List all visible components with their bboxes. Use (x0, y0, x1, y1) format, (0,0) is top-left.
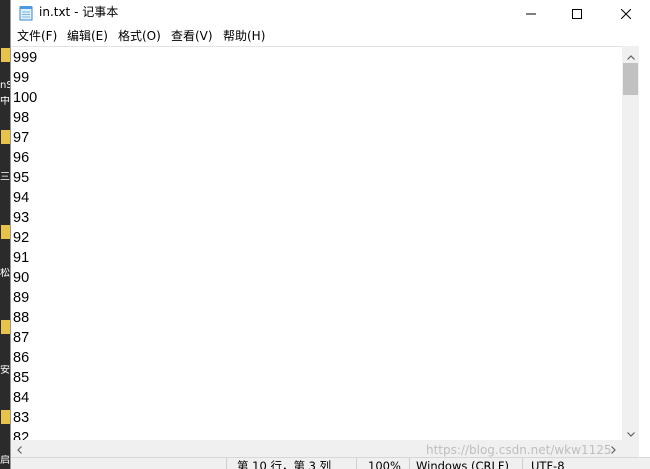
status-zoom: 100% (368, 459, 401, 469)
maximize-button[interactable] (554, 0, 600, 26)
text-line: 97 (13, 130, 30, 146)
scrollbar-corner (622, 440, 639, 457)
minimize-button[interactable] (508, 0, 554, 26)
chevron-down-icon (626, 422, 635, 441)
window-title: in.txt - 记事本 (39, 5, 119, 19)
chevron-up-icon (626, 45, 635, 64)
desktop-label: 松 (0, 268, 10, 279)
desktop-shortcut-tile (1, 320, 10, 334)
text-line: 86 (13, 350, 30, 366)
vertical-scroll-thumb[interactable] (623, 63, 638, 95)
scroll-down-button[interactable] (622, 423, 639, 440)
status-cursor-position: 第 10 行，第 3 列 (237, 459, 332, 469)
status-divider (409, 458, 410, 469)
menu-format[interactable]: 格式(O) (115, 28, 164, 44)
title-bar[interactable]: in.txt - 记事本 (11, 0, 650, 26)
text-line: 999 (13, 50, 38, 66)
status-divider (226, 458, 227, 469)
menu-help[interactable]: 帮助(H) (220, 28, 268, 44)
desktop-label: 三 (0, 172, 10, 183)
chevron-left-icon (17, 439, 22, 458)
desktop-label: nS (0, 80, 10, 91)
status-encoding: UTF-8 (531, 459, 565, 469)
status-bar: 第 10 行，第 3 列 100% Windows (CRLF) UTF-8 (11, 457, 650, 469)
desktop-label: 安 (0, 365, 10, 376)
text-line: 98 (13, 110, 30, 126)
close-button[interactable] (600, 0, 650, 26)
text-line: 99 (13, 70, 30, 86)
text-line: 89 (13, 290, 30, 306)
status-divider (522, 458, 523, 469)
text-line: 84 (13, 390, 30, 406)
chevron-right-icon (611, 439, 616, 458)
watermark: https://blog.csdn.net/wkw1125 (426, 443, 612, 457)
desktop-shortcut-tile (1, 225, 10, 239)
background-desktop-strip: nS 中 三 松 安 启 (0, 0, 10, 469)
status-line-ending: Windows (CRLF) (416, 459, 510, 469)
desktop-label: 中 (0, 96, 10, 107)
status-divider (356, 458, 357, 469)
desktop-shortcut-tile (1, 410, 10, 424)
text-line: 83 (13, 410, 30, 426)
desktop-label: 启 (0, 455, 10, 466)
text-line: 94 (13, 190, 30, 206)
close-icon (620, 4, 631, 23)
notepad-window: in.txt - 记事本 文件(F) 编辑(E) 格式(O) 查看(V) 帮助(… (10, 0, 650, 469)
desktop-shortcut-tile (1, 130, 10, 144)
text-line: 88 (13, 310, 30, 326)
text-line: 92 (13, 230, 30, 246)
vertical-scrollbar[interactable] (622, 46, 639, 440)
menu-view[interactable]: 查看(V) (168, 28, 216, 44)
text-line: 100 (13, 90, 38, 106)
maximize-icon (572, 4, 582, 23)
text-line: 91 (13, 250, 30, 266)
notepad-icon (19, 5, 34, 21)
desktop-shortcut-tile (1, 48, 10, 62)
minimize-icon (526, 4, 536, 23)
text-line: 90 (13, 270, 30, 286)
menu-edit[interactable]: 编辑(E) (64, 28, 111, 44)
text-line: 93 (13, 210, 30, 226)
menu-bar: 文件(F) 编辑(E) 格式(O) 查看(V) 帮助(H) (11, 26, 650, 46)
text-line: 95 (13, 170, 30, 186)
scroll-left-button[interactable] (11, 440, 28, 457)
text-editor[interactable]: 999 99 100 98 97 96 95 94 93 92 91 90 89… (11, 46, 622, 440)
menu-file[interactable]: 文件(F) (14, 28, 60, 44)
text-line: 85 (13, 370, 30, 386)
scroll-up-button[interactable] (622, 46, 639, 63)
text-line: 96 (13, 150, 30, 166)
text-line: 87 (13, 330, 30, 346)
